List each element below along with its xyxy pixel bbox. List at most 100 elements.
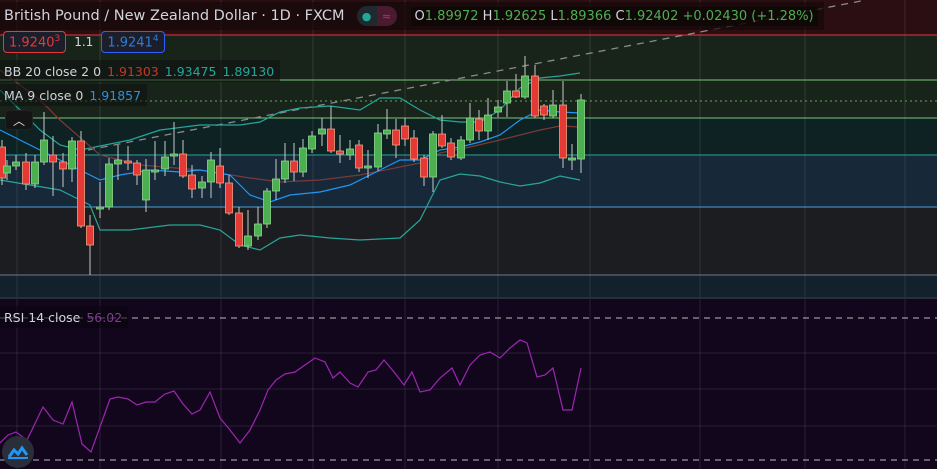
candle-up xyxy=(151,169,159,173)
sell-price: 1.9240 xyxy=(9,35,55,51)
trade-buttons: 1.92403 1.1 1.92414 xyxy=(3,31,165,54)
candle-down xyxy=(77,140,85,227)
high-value: 1.92625 xyxy=(492,8,547,24)
candle-up xyxy=(142,169,150,201)
candle-down xyxy=(86,225,94,246)
spread: 1.1 xyxy=(74,35,94,50)
candle-up xyxy=(281,160,289,180)
candle-up xyxy=(198,181,206,189)
candle-down xyxy=(133,162,141,176)
candle-down xyxy=(447,142,455,158)
candle-up xyxy=(346,148,354,156)
candle-up xyxy=(272,178,280,192)
symbol-header: British Pound / New Zealand Dollar · 1D … xyxy=(0,2,824,30)
candle-up xyxy=(12,161,20,167)
low-label: L xyxy=(550,8,558,24)
rsi-legend[interactable]: RSI 14 close 56.02 xyxy=(0,306,129,328)
candle-down xyxy=(327,128,335,152)
wave-icon: ≈ xyxy=(376,6,397,26)
candle-down xyxy=(512,90,520,98)
candle-up xyxy=(244,235,252,247)
chevron-up-icon: ︿ xyxy=(12,113,25,128)
candle-up xyxy=(114,159,122,165)
candle-up xyxy=(263,190,271,225)
candle-up xyxy=(466,117,474,141)
candle-down xyxy=(59,161,67,170)
candle-down xyxy=(290,160,298,173)
candle-up xyxy=(494,106,502,113)
candle-up xyxy=(254,223,262,237)
market-status-toggle[interactable]: ● ≈ xyxy=(356,6,397,26)
candle-down xyxy=(22,161,30,185)
candle-down xyxy=(559,104,567,159)
candle-down xyxy=(355,144,363,169)
zone-band xyxy=(0,298,937,469)
bb-basis-value: 1.91303 xyxy=(107,63,159,79)
candle-down xyxy=(401,125,409,140)
sell-price-pip: 3 xyxy=(54,34,61,44)
buy-price-pip: 4 xyxy=(152,34,159,44)
candle-up xyxy=(364,165,372,169)
candle-down xyxy=(392,129,400,146)
candle-down xyxy=(216,165,224,184)
ma-label: MA 9 close 0 xyxy=(4,87,84,103)
bb-label: BB 20 close 2 0 xyxy=(4,63,102,79)
open-value: 1.89972 xyxy=(424,8,479,24)
candle-up xyxy=(68,140,76,170)
collapse-legend-button[interactable]: ︿ xyxy=(5,110,33,130)
candle-up xyxy=(207,159,215,183)
candle-down xyxy=(124,160,132,164)
bb-lower-value: 1.89130 xyxy=(222,63,275,79)
rsi-label: RSI 14 close xyxy=(4,309,81,325)
candle-down xyxy=(420,157,428,178)
candle-down xyxy=(475,118,483,132)
cloud-chart-icon xyxy=(7,445,29,459)
candle-down xyxy=(235,212,243,247)
candle-up xyxy=(318,128,326,135)
candle-down xyxy=(438,133,446,147)
candle-up xyxy=(577,99,585,160)
rsi-value: 56.02 xyxy=(86,309,123,325)
candle-down xyxy=(49,154,57,163)
candle-up xyxy=(484,114,492,132)
candle-up xyxy=(383,129,391,135)
candle-up xyxy=(549,104,557,117)
candle-up xyxy=(503,90,511,104)
bb-legend[interactable]: BB 20 close 2 0 1.91303 1.93475 1.89130 xyxy=(0,60,281,82)
candle-down xyxy=(188,174,196,190)
candle-down xyxy=(225,182,233,214)
high-label: H xyxy=(482,8,493,24)
sell-button[interactable]: 1.92403 xyxy=(3,31,67,54)
candle-up xyxy=(96,206,104,210)
candle-up xyxy=(374,132,382,168)
ma-value: 1.91857 xyxy=(89,87,142,103)
open-label: O xyxy=(414,8,425,24)
candle-up xyxy=(308,135,316,150)
zone-band xyxy=(0,275,937,298)
candle-up xyxy=(521,75,529,98)
candle-up xyxy=(3,165,11,174)
candle-up xyxy=(457,139,465,159)
candle-up xyxy=(105,163,113,208)
candle-down xyxy=(179,153,187,177)
close-label: C xyxy=(615,8,625,24)
candle-down xyxy=(531,75,539,117)
tradingview-logo[interactable] xyxy=(2,436,34,468)
candle-up xyxy=(299,147,307,173)
ma-legend[interactable]: MA 9 close 0 1.91857 xyxy=(0,84,148,106)
close-value: 1.92402 xyxy=(624,8,679,24)
candle-up xyxy=(170,153,178,157)
dot-icon: ● xyxy=(356,6,377,26)
candle-down xyxy=(410,137,418,160)
candle-up xyxy=(40,139,48,163)
buy-button[interactable]: 1.92414 xyxy=(101,31,165,54)
candle-up xyxy=(568,157,576,161)
candle-up xyxy=(161,156,169,170)
zone-band xyxy=(0,207,937,275)
candle-up xyxy=(31,161,39,185)
bb-upper-value: 1.93475 xyxy=(164,63,217,79)
change-value: +0.02430 (+1.28%) xyxy=(682,8,814,24)
symbol-title[interactable]: British Pound / New Zealand Dollar · 1D … xyxy=(4,8,345,24)
candle-down xyxy=(336,150,344,155)
buy-price: 1.9241 xyxy=(107,35,153,51)
